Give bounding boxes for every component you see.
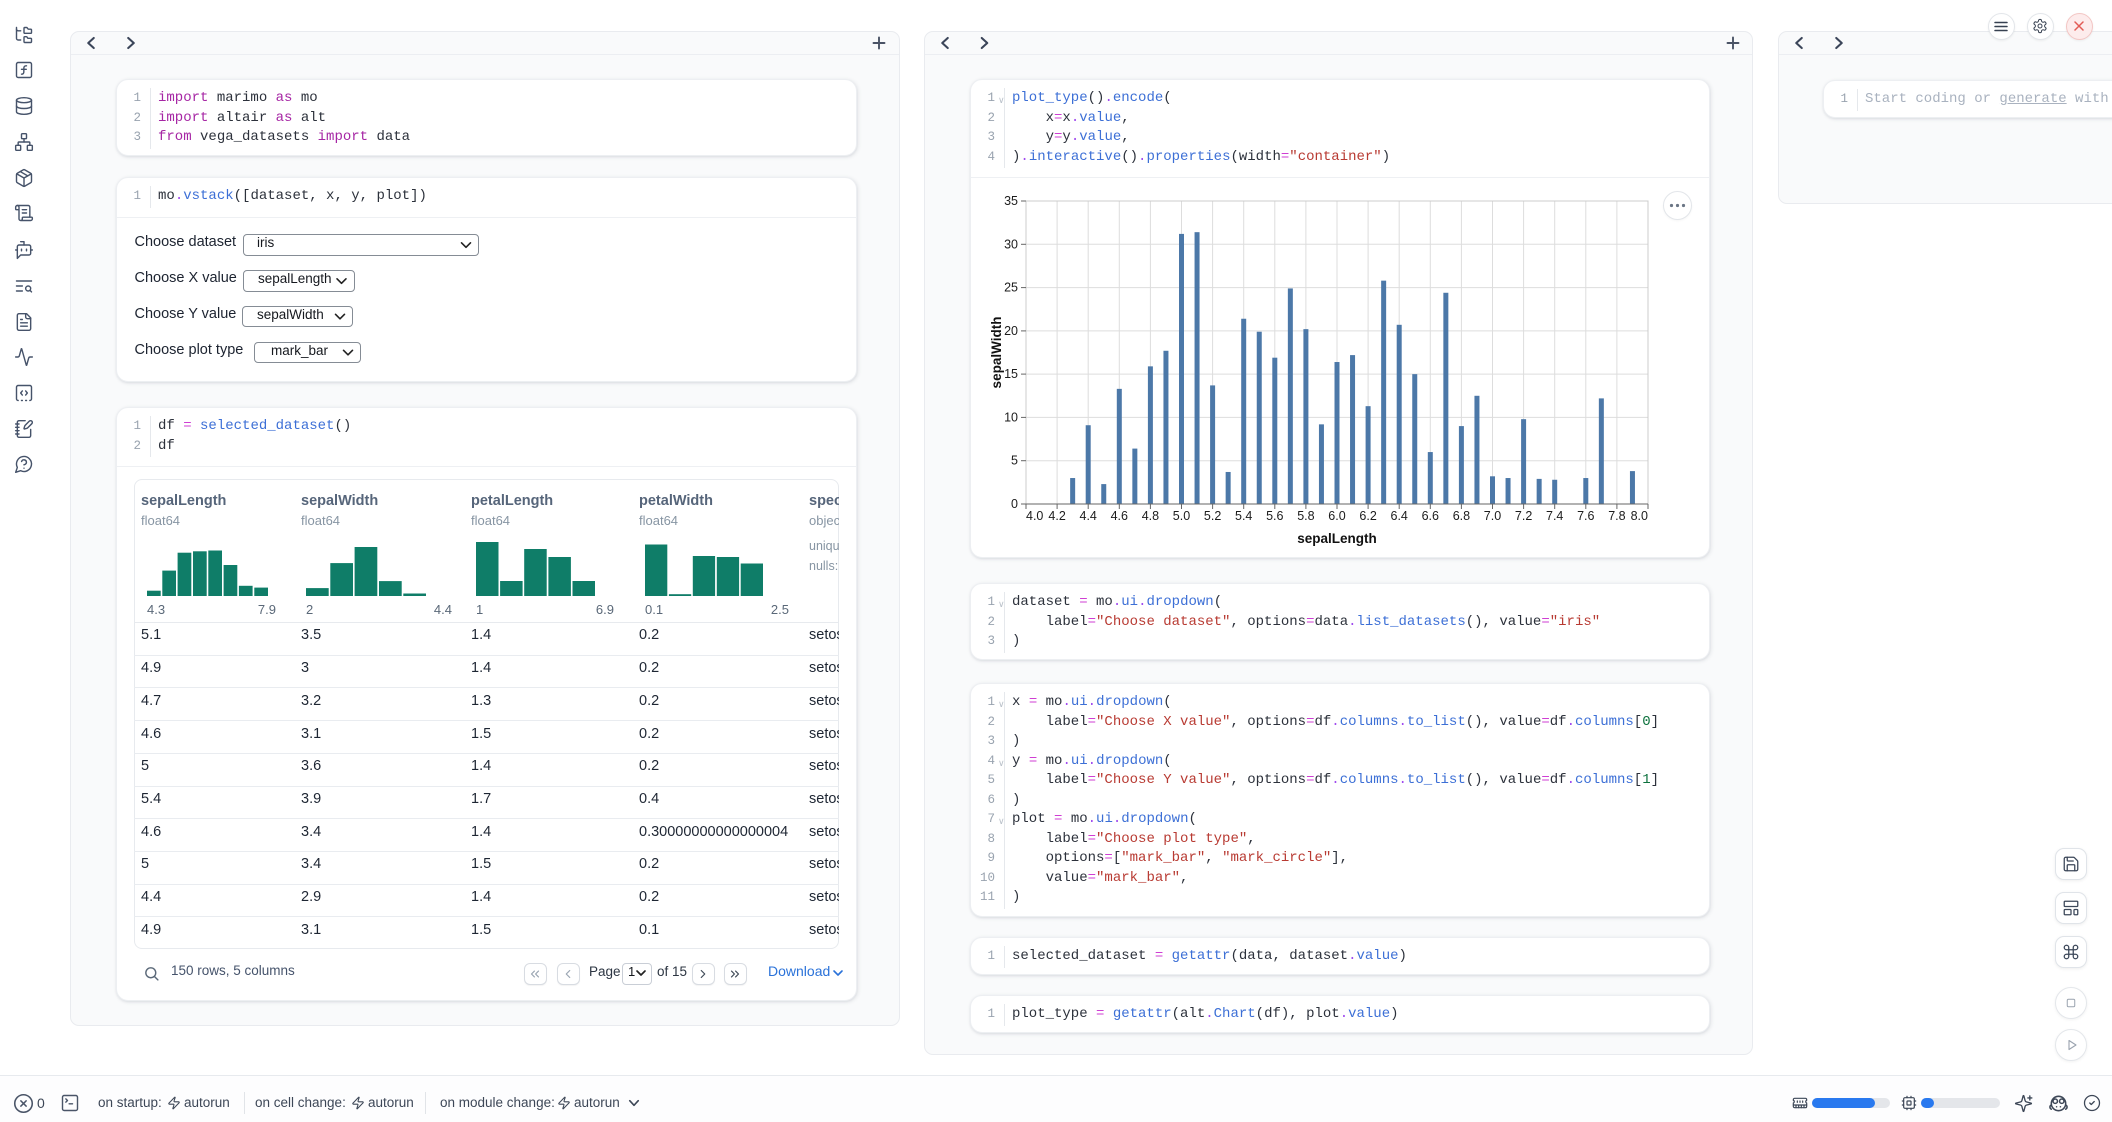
svg-text:0: 0 <box>1011 497 1018 511</box>
svg-text:5.8: 5.8 <box>1297 509 1314 523</box>
svg-text:5.4: 5.4 <box>1235 509 1252 523</box>
svg-text:sepalWidth: sepalWidth <box>989 317 1004 389</box>
svg-text:30: 30 <box>1004 237 1018 251</box>
svg-text:7.6: 7.6 <box>1577 509 1594 523</box>
svg-text:sepalLength: sepalLength <box>1297 531 1377 546</box>
svg-text:15: 15 <box>1004 367 1018 381</box>
svg-text:7.8: 7.8 <box>1608 509 1625 523</box>
svg-text:5.6: 5.6 <box>1266 509 1283 523</box>
svg-text:4.8: 4.8 <box>1142 509 1159 523</box>
svg-text:7.0: 7.0 <box>1484 509 1501 523</box>
svg-text:4.4: 4.4 <box>1080 509 1097 523</box>
svg-text:5: 5 <box>1011 454 1018 468</box>
svg-text:6.4: 6.4 <box>1391 509 1408 523</box>
svg-text:7.2: 7.2 <box>1515 509 1532 523</box>
svg-text:10: 10 <box>1004 410 1018 424</box>
svg-text:25: 25 <box>1004 281 1018 295</box>
svg-text:4.2: 4.2 <box>1048 509 1065 523</box>
svg-text:7.4: 7.4 <box>1546 509 1563 523</box>
svg-text:35: 35 <box>1004 194 1018 208</box>
svg-text:6.2: 6.2 <box>1359 509 1376 523</box>
svg-text:6.0: 6.0 <box>1328 509 1345 523</box>
svg-text:6.8: 6.8 <box>1453 509 1470 523</box>
svg-text:5.0: 5.0 <box>1173 509 1190 523</box>
svg-text:6.6: 6.6 <box>1422 509 1439 523</box>
svg-text:8.0: 8.0 <box>1631 509 1648 523</box>
svg-text:5.2: 5.2 <box>1204 509 1221 523</box>
svg-text:4.6: 4.6 <box>1111 509 1128 523</box>
svg-text:20: 20 <box>1004 324 1018 338</box>
svg-text:4.0: 4.0 <box>1026 509 1043 523</box>
